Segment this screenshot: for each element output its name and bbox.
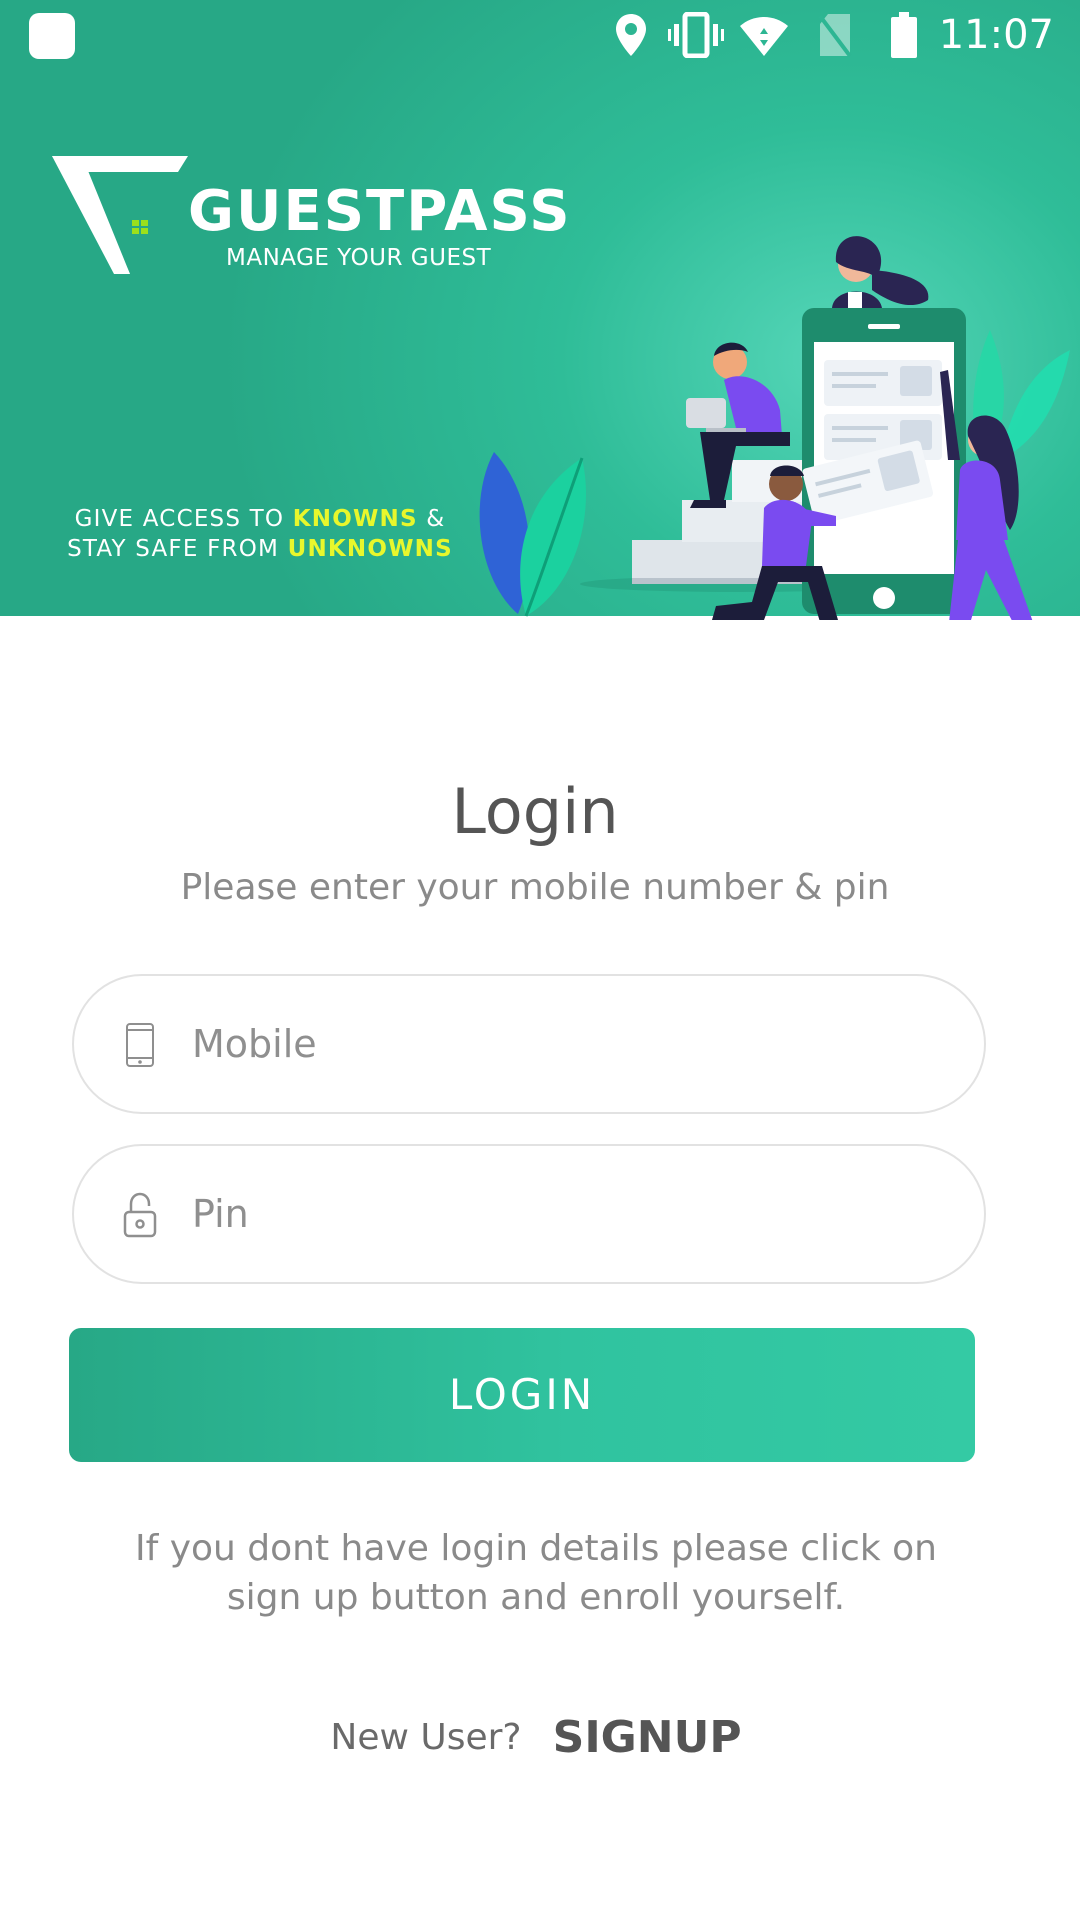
slogan-text: &: [417, 506, 446, 532]
brand-name: GUESTPASS: [188, 179, 572, 244]
slogan-text: GIVE ACCESS TO: [74, 506, 293, 532]
mobile-field[interactable]: [72, 974, 986, 1114]
no-sim-icon: [818, 14, 852, 58]
login-subtitle: Please enter your mobile number & pin: [180, 867, 890, 908]
login-button[interactable]: LOGIN: [69, 1328, 975, 1462]
location-icon: [616, 14, 646, 56]
slogan: GIVE ACCESS TO KNOWNS & STAY SAFE FROM U…: [60, 504, 460, 564]
slogan-line-1: GIVE ACCESS TO KNOWNS &: [60, 504, 460, 534]
status-time: 11:07: [938, 12, 1054, 58]
signup-row: New User? SIGNUP: [0, 1710, 1072, 1766]
slogan-line-2: STAY SAFE FROM UNKNOWNS: [60, 534, 460, 564]
help-text: If you dont have login details please cl…: [134, 1528, 937, 1618]
guestpass-logo-icon: [52, 156, 188, 274]
wifi-icon: [740, 17, 788, 56]
new-user-label: New User?: [330, 1717, 522, 1758]
vibrate-icon: [668, 12, 724, 58]
status-bar: 11:07: [0, 0, 1080, 70]
header-banner: 11:07 GUESTPASS MANAGE YOUR GUEST GIVE A…: [0, 0, 1080, 620]
lock-icon: [123, 1192, 157, 1238]
slogan-text: STAY SAFE FROM: [67, 536, 288, 562]
battery-icon: [891, 12, 917, 58]
login-screen: 11:07 GUESTPASS MANAGE YOUR GUEST GIVE A…: [0, 0, 1080, 1920]
pin-input[interactable]: [192, 1176, 952, 1252]
brand-tagline: MANAGE YOUR GUEST: [226, 245, 492, 271]
app-notification-icon: [29, 13, 75, 59]
mobile-input[interactable]: [192, 1006, 952, 1082]
slogan-highlight: KNOWNS: [292, 506, 418, 532]
pin-field[interactable]: [72, 1144, 986, 1284]
login-title: Login: [451, 775, 619, 848]
phone-icon: [126, 1023, 154, 1067]
signup-link[interactable]: SIGNUP: [553, 1710, 742, 1766]
slogan-highlight: UNKNOWNS: [287, 536, 453, 562]
